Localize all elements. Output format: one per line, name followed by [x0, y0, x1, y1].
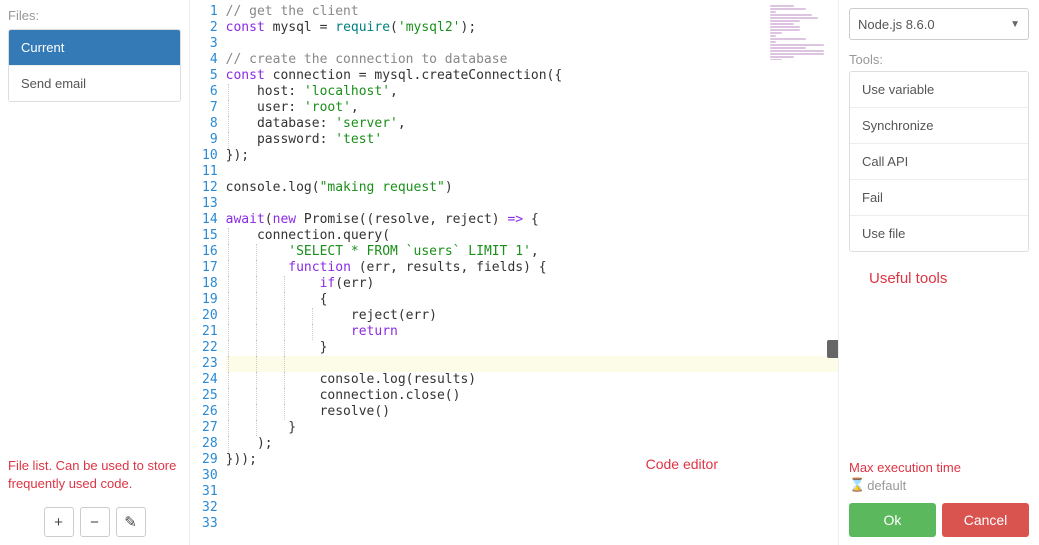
panel-splitter[interactable]	[827, 340, 839, 358]
app-root: Files: CurrentSend email File list. Can …	[0, 0, 1039, 545]
code-line[interactable]: host: 'localhost',	[226, 84, 838, 100]
file-list-annotation: File list. Can be used to store frequent…	[8, 457, 181, 493]
code-line[interactable]: {	[226, 292, 838, 308]
code-line[interactable]	[226, 36, 838, 52]
code-line[interactable]: 'SELECT * FROM `users` LIMIT 1',	[226, 244, 838, 260]
center-panel: 1234567891011121314151617181920212223242…	[190, 0, 839, 545]
code-line[interactable]	[226, 516, 838, 532]
right-panel: Node.js 8.6.0 ▼ Tools: Use variableSynch…	[839, 0, 1039, 545]
code-line[interactable]	[226, 356, 838, 372]
edit-file-button[interactable]: ✎	[116, 507, 146, 537]
plus-icon: +	[54, 514, 63, 531]
tools-label: Tools:	[849, 52, 1029, 67]
tool-item[interactable]: Synchronize	[850, 107, 1028, 143]
runtime-select[interactable]: Node.js 8.6.0 ▼	[849, 8, 1029, 40]
code-line[interactable]: reject(err)	[226, 308, 838, 324]
file-item[interactable]: Send email	[9, 65, 180, 101]
code-line[interactable]: resolve()	[226, 404, 838, 420]
tools-annotation: Useful tools	[869, 270, 1029, 287]
hourglass-icon: ⌛	[849, 477, 865, 493]
chevron-down-icon: ▼	[1010, 19, 1020, 30]
add-file-button[interactable]: +	[44, 507, 74, 537]
code-line[interactable]: const mysql = require('mysql2');	[226, 20, 838, 36]
code-line[interactable]: connection.close()	[226, 388, 838, 404]
code-line[interactable]: }	[226, 420, 838, 436]
left-panel: Files: CurrentSend email File list. Can …	[0, 0, 190, 545]
file-buttons: + − ✎	[8, 507, 181, 537]
code-line[interactable]: // create the connection to database	[226, 52, 838, 68]
code-line[interactable]: }	[226, 340, 838, 356]
code-line[interactable]: }));	[226, 452, 838, 468]
remove-file-button[interactable]: −	[80, 507, 110, 537]
code-area[interactable]: // get the clientconst mysql = require('…	[226, 4, 838, 532]
code-line[interactable]	[226, 164, 838, 180]
code-line[interactable]: console.log(results)	[226, 372, 838, 388]
code-line[interactable]: connection.query(	[226, 228, 838, 244]
runtime-value: Node.js 8.6.0	[858, 17, 935, 32]
code-line[interactable]: );	[226, 436, 838, 452]
code-editor[interactable]: 1234567891011121314151617181920212223242…	[190, 0, 838, 532]
exec-time-value[interactable]: ⌛ default	[849, 477, 1029, 493]
file-list: CurrentSend email	[8, 29, 181, 102]
files-label: Files:	[8, 8, 181, 23]
tool-item[interactable]: Use variable	[850, 72, 1028, 107]
minus-icon: −	[90, 514, 99, 531]
tool-item[interactable]: Call API	[850, 143, 1028, 179]
code-line[interactable]: function (err, results, fields) {	[226, 260, 838, 276]
line-gutter: 1234567891011121314151617181920212223242…	[190, 4, 226, 532]
code-line[interactable]: user: 'root',	[226, 100, 838, 116]
code-line[interactable]	[226, 500, 838, 516]
minimap[interactable]	[770, 4, 830, 60]
pencil-icon: ✎	[124, 513, 137, 531]
ok-button[interactable]: Ok	[849, 503, 936, 537]
code-line[interactable]: if(err)	[226, 276, 838, 292]
code-line[interactable]: return	[226, 324, 838, 340]
code-line[interactable]: database: 'server',	[226, 116, 838, 132]
code-line[interactable]: await(new Promise((resolve, reject) => {	[226, 212, 838, 228]
editor-annotation: Code editor	[646, 456, 718, 472]
file-item[interactable]: Current	[9, 30, 180, 65]
code-line[interactable]	[226, 484, 838, 500]
code-line[interactable]	[226, 196, 838, 212]
code-line[interactable]: console.log("making request")	[226, 180, 838, 196]
code-line[interactable]: });	[226, 148, 838, 164]
code-line[interactable]: // get the client	[226, 4, 838, 20]
tool-list: Use variableSynchronizeCall APIFailUse f…	[849, 71, 1029, 252]
code-line[interactable]: const connection = mysql.createConnectio…	[226, 68, 838, 84]
dialog-buttons: Ok Cancel	[849, 503, 1029, 537]
code-line[interactable]	[226, 468, 838, 484]
code-line[interactable]: password: 'test'	[226, 132, 838, 148]
tool-item[interactable]: Fail	[850, 179, 1028, 215]
cancel-button[interactable]: Cancel	[942, 503, 1029, 537]
exec-time-label: Max execution time	[849, 460, 1029, 475]
tool-item[interactable]: Use file	[850, 215, 1028, 251]
